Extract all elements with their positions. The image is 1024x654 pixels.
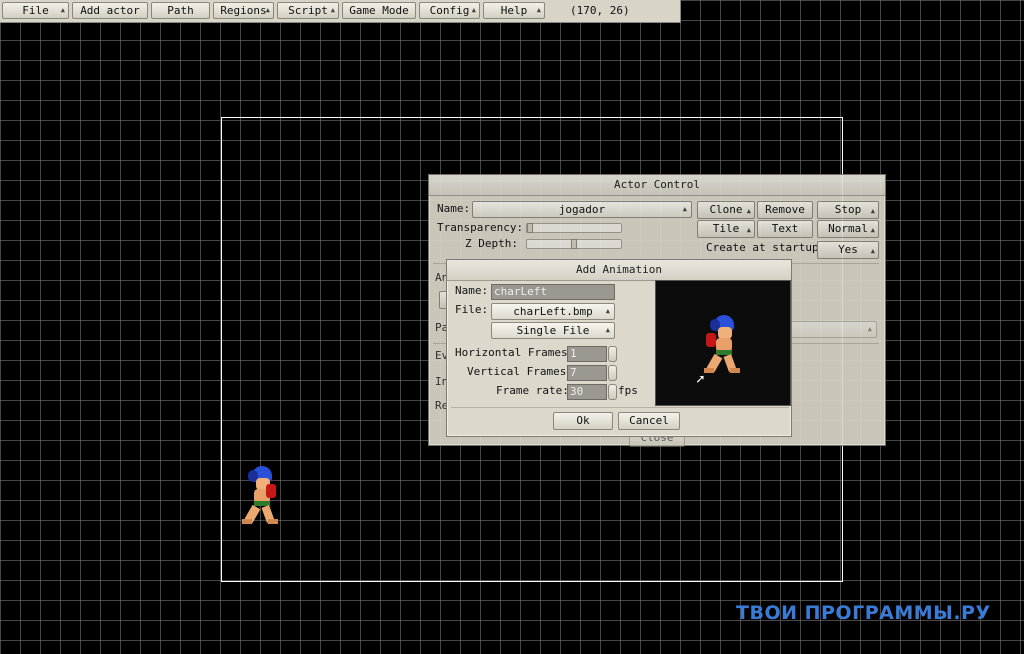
file-label: File:: [455, 303, 489, 316]
file-select[interactable]: charLeft.bmp ▲: [491, 303, 615, 320]
stop-label: Stop: [834, 203, 862, 216]
file-value: charLeft.bmp: [513, 305, 593, 318]
chevron-down-icon: ▲: [330, 6, 335, 14]
chevron-down-icon: ▲: [682, 205, 687, 213]
menu-game-mode[interactable]: Game Mode: [342, 2, 416, 19]
frame-rate-input[interactable]: 30: [567, 384, 607, 400]
menu-file[interactable]: File ▲: [2, 2, 69, 19]
menu-bar: File ▲ Add actor Path Regions ▲ Script ▲ Ga…: [0, 0, 681, 23]
menu-config[interactable]: Config ▲: [419, 2, 480, 19]
cancel-button[interactable]: Cancel: [618, 412, 680, 430]
slider-handle[interactable]: [527, 223, 533, 233]
menu-add-actor[interactable]: Add actor: [72, 2, 148, 19]
chevron-down-icon: ▲: [867, 325, 872, 333]
horizontal-frames-label: Horizontal Frames:: [455, 346, 575, 359]
clone-button[interactable]: Clone ▲: [697, 201, 755, 219]
menu-path-label: Path: [167, 4, 194, 17]
file-mode-value: Single File: [516, 324, 590, 337]
stop-button[interactable]: Stop ▲: [817, 201, 879, 219]
transparency-slider[interactable]: [526, 223, 622, 233]
vertical-frames-label: Vertical Frames:: [467, 365, 573, 378]
chevron-down-icon: ▲: [471, 6, 476, 14]
anim-name-label: Name:: [455, 284, 489, 297]
ok-label: Ok: [576, 414, 590, 427]
chevron-down-icon: ▲: [605, 326, 610, 334]
name-label: Name:: [437, 202, 471, 215]
normal-label: Normal: [828, 222, 868, 235]
fps-label: fps: [618, 384, 638, 397]
remove-label: Remove: [765, 203, 805, 216]
anim-name-input[interactable]: charLeft: [491, 284, 615, 300]
z-depth-slider[interactable]: [526, 239, 622, 249]
frame-rate-label: Frame rate:: [496, 384, 569, 397]
actor-name-value: jogador: [558, 203, 606, 216]
menu-script[interactable]: Script ▲: [277, 2, 339, 19]
chevron-down-icon: ▲: [265, 6, 270, 14]
chevron-down-icon: ▲: [870, 207, 875, 215]
menu-help[interactable]: Help ▲: [483, 2, 545, 19]
cancel-label: Cancel: [629, 414, 669, 427]
vertical-frames-spinner[interactable]: [608, 365, 617, 381]
menu-path[interactable]: Path: [151, 2, 210, 19]
watermark: ТВОИ ПРОГРАММЫ.РУ: [736, 602, 991, 624]
slider-handle[interactable]: [571, 239, 577, 249]
menu-script-label: Script: [288, 4, 328, 17]
chevron-down-icon: ▲: [746, 226, 751, 234]
create-at-startup-select[interactable]: Yes ▲: [817, 241, 879, 259]
chevron-down-icon: ▲: [746, 207, 751, 215]
create-at-startup-label: Create at startup:: [706, 241, 826, 254]
animation-preview: ➚: [655, 280, 791, 406]
text-label: Text: [771, 222, 799, 235]
chevron-down-icon: ▲: [536, 6, 541, 14]
file-mode-select[interactable]: Single File ▲: [491, 322, 615, 339]
add-animation-title: Add Animation: [447, 260, 791, 281]
yes-label: Yes: [838, 243, 858, 256]
cursor-coordinates: (170, 26): [570, 4, 630, 17]
preview-sprite: [704, 315, 744, 375]
horizontal-frames-input[interactable]: 1: [567, 346, 607, 362]
actor-name-select[interactable]: jogador ▲: [472, 201, 692, 218]
horizontal-frames-spinner[interactable]: [608, 346, 617, 362]
z-depth-label: Z Depth:: [465, 237, 518, 250]
text-button[interactable]: Text: [757, 220, 813, 238]
menu-regions[interactable]: Regions ▲: [213, 2, 274, 19]
actor-control-title: Actor Control: [429, 175, 885, 196]
menu-regions-label: Regions: [220, 4, 267, 17]
chevron-down-icon: ▲: [60, 6, 65, 14]
menu-file-label: File: [22, 4, 49, 17]
tile-button[interactable]: Tile ▲: [697, 220, 755, 238]
clone-label: Clone: [709, 203, 743, 216]
menu-add-actor-label: Add actor: [80, 4, 140, 17]
chevron-down-icon: ▲: [870, 226, 875, 234]
menu-config-label: Config: [429, 4, 470, 17]
menu-game-mode-label: Game Mode: [349, 4, 409, 17]
remove-button[interactable]: Remove: [757, 201, 813, 219]
divider: [451, 407, 789, 408]
vertical-frames-input[interactable]: 7: [567, 365, 607, 381]
chevron-down-icon: ▲: [605, 307, 610, 315]
transparency-label: Transparency:: [437, 221, 524, 234]
ok-button[interactable]: Ok: [553, 412, 613, 430]
chevron-down-icon: ▲: [870, 247, 875, 255]
mouse-pointer-icon: ➚: [696, 372, 705, 388]
frame-rate-spinner[interactable]: [608, 384, 617, 400]
normal-button[interactable]: Normal ▲: [817, 220, 879, 238]
tile-label: Tile: [712, 222, 740, 235]
actor-sprite[interactable]: [242, 466, 282, 526]
add-animation-dialog: Add Animation Name: charLeft File: charL…: [446, 259, 792, 437]
menu-help-label: Help: [500, 4, 528, 17]
